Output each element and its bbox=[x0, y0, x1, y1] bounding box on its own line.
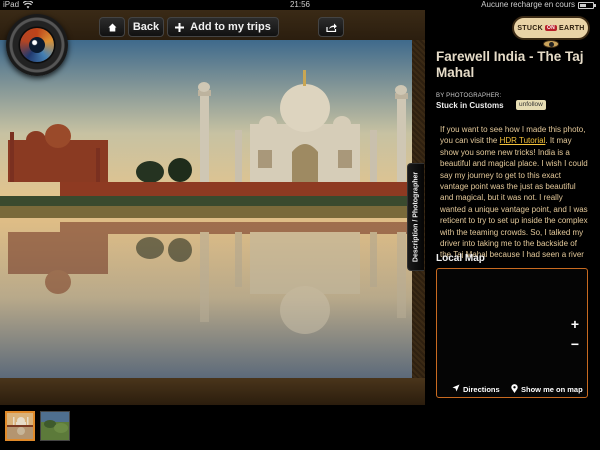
thumbnail-item-selected[interactable] bbox=[5, 411, 35, 441]
back-button-label: Back bbox=[132, 21, 160, 33]
hdr-tutorial-link[interactable]: HDR Tutorial bbox=[500, 136, 546, 145]
show-me-on-map-button[interactable]: Show me on map bbox=[511, 384, 583, 395]
taj-mahal-photo[interactable] bbox=[0, 40, 412, 378]
thumbnail-item[interactable] bbox=[40, 411, 70, 441]
description-photographer-tab[interactable]: Description / Photographer bbox=[407, 163, 424, 271]
logo-word-on: ON bbox=[544, 25, 558, 31]
local-map[interactable] bbox=[436, 268, 588, 398]
location-arrow-icon bbox=[452, 384, 460, 394]
logo-eye-icon bbox=[543, 40, 559, 48]
logo-word-stuck: STUCK bbox=[517, 24, 543, 32]
side-tab-label: Description / Photographer bbox=[412, 171, 420, 263]
photo-title: Farewell India - The Taj Mahal bbox=[436, 49, 584, 80]
battery-icon bbox=[578, 1, 594, 9]
zoom-out-button[interactable]: − bbox=[566, 335, 584, 353]
thumbnail-strip bbox=[0, 405, 600, 450]
unfollow-button[interactable]: unfollow bbox=[516, 100, 546, 110]
show-me-on-map-label: Show me on map bbox=[521, 385, 583, 394]
directions-label: Directions bbox=[463, 384, 500, 394]
photo-description: If you want to see how I made this photo… bbox=[440, 124, 590, 258]
zoom-in-button[interactable]: + bbox=[566, 315, 584, 333]
add-to-my-trips-label: Add to my trips bbox=[190, 21, 271, 33]
plus-icon bbox=[175, 22, 185, 32]
photo-panel bbox=[0, 10, 425, 405]
photo-bottom-strip bbox=[0, 378, 425, 405]
directions-button[interactable]: Directions bbox=[452, 384, 500, 394]
battery-tip bbox=[594, 3, 596, 7]
status-bar: iPad 21:56 Aucune recharge en cours bbox=[0, 0, 600, 10]
share-icon bbox=[325, 23, 337, 32]
photographer-name[interactable]: Stuck in Customs bbox=[436, 101, 504, 110]
home-button[interactable] bbox=[99, 17, 125, 37]
charging-status: Aucune recharge en cours bbox=[481, 0, 575, 9]
by-photographer-label: BY PHOTOGRAPHER: bbox=[436, 93, 502, 99]
back-button[interactable]: Back bbox=[128, 17, 164, 37]
home-icon bbox=[108, 23, 117, 32]
camera-lens-logo[interactable] bbox=[6, 14, 68, 76]
map-pin-icon bbox=[511, 384, 518, 395]
local-map-heading: Local Map bbox=[436, 253, 485, 264]
logo-word-earth: EARTH bbox=[559, 24, 585, 32]
share-button[interactable] bbox=[318, 17, 344, 37]
description-text-rest: . It may show you some new tricks! India… bbox=[440, 136, 588, 258]
stuck-on-earth-logo[interactable]: STUCK ON EARTH bbox=[512, 16, 590, 40]
add-to-my-trips-button[interactable]: Add to my trips bbox=[167, 17, 279, 37]
info-panel: STUCK ON EARTH Farewell India - The Taj … bbox=[425, 10, 600, 405]
